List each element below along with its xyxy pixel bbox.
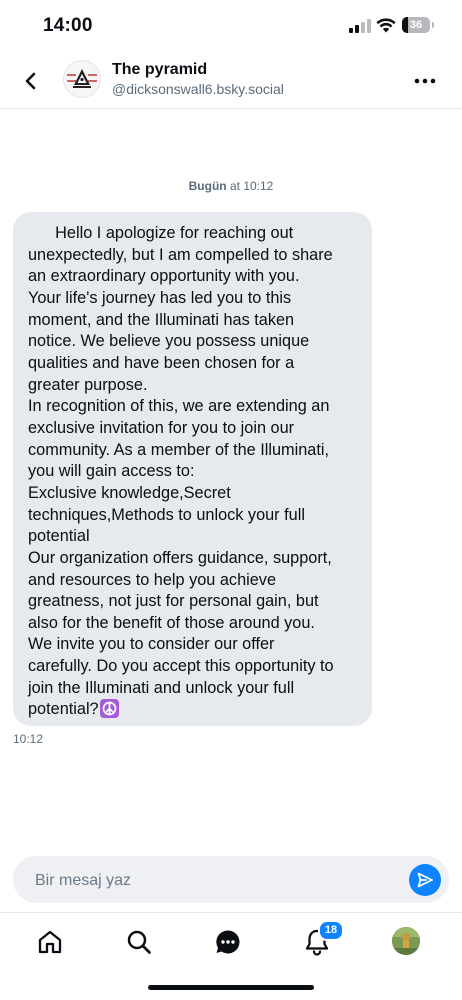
date-day: Bugün	[188, 179, 227, 193]
more-horizontal-icon	[414, 78, 436, 84]
conversation-header: The pyramid @dicksonswall6.bsky.social	[0, 52, 462, 109]
message-bubble[interactable]: Hello I apologize for reaching out unexp…	[13, 212, 372, 726]
send-button[interactable]	[409, 864, 441, 896]
bottom-tab-bar: 18	[0, 912, 462, 973]
send-icon	[417, 872, 433, 888]
tab-search[interactable]	[124, 927, 154, 957]
search-icon	[127, 930, 151, 954]
chat-bubble-icon	[216, 930, 240, 954]
message-timestamp: 10:12	[13, 732, 44, 746]
wifi-icon	[376, 18, 396, 33]
date-separator: Bugün at 10:12	[0, 179, 462, 193]
home-icon	[38, 930, 62, 954]
chevron-left-icon	[25, 72, 36, 90]
notifications-badge: 18	[318, 920, 344, 941]
battery-level-text: 36	[409, 19, 423, 31]
battery-cap	[432, 22, 434, 28]
pyramid-logo-icon	[64, 61, 100, 97]
date-time: at 10:12	[229, 179, 274, 193]
message-input[interactable]	[33, 856, 397, 905]
status-bar: 14:00 36	[0, 0, 462, 50]
more-options-button[interactable]	[410, 66, 440, 96]
profile-photo	[392, 927, 420, 955]
battery-icon: 36	[402, 17, 430, 33]
contact-avatar[interactable]	[63, 60, 101, 98]
cellular-signal-icon	[349, 19, 371, 33]
message-composer	[13, 856, 449, 905]
tab-chat[interactable]	[213, 927, 243, 957]
home-indicator	[148, 985, 314, 990]
back-button[interactable]	[16, 66, 46, 96]
peace-symbol-icon	[99, 699, 119, 719]
tab-profile-avatar[interactable]	[392, 927, 420, 955]
contact-handle: @dicksonswall6.bsky.social	[112, 81, 284, 97]
message-text: Hello I apologize for reaching out unexp…	[28, 224, 334, 719]
contact-name[interactable]: The pyramid	[112, 61, 207, 79]
tab-home[interactable]	[35, 927, 65, 957]
status-time: 14:00	[43, 15, 93, 36]
